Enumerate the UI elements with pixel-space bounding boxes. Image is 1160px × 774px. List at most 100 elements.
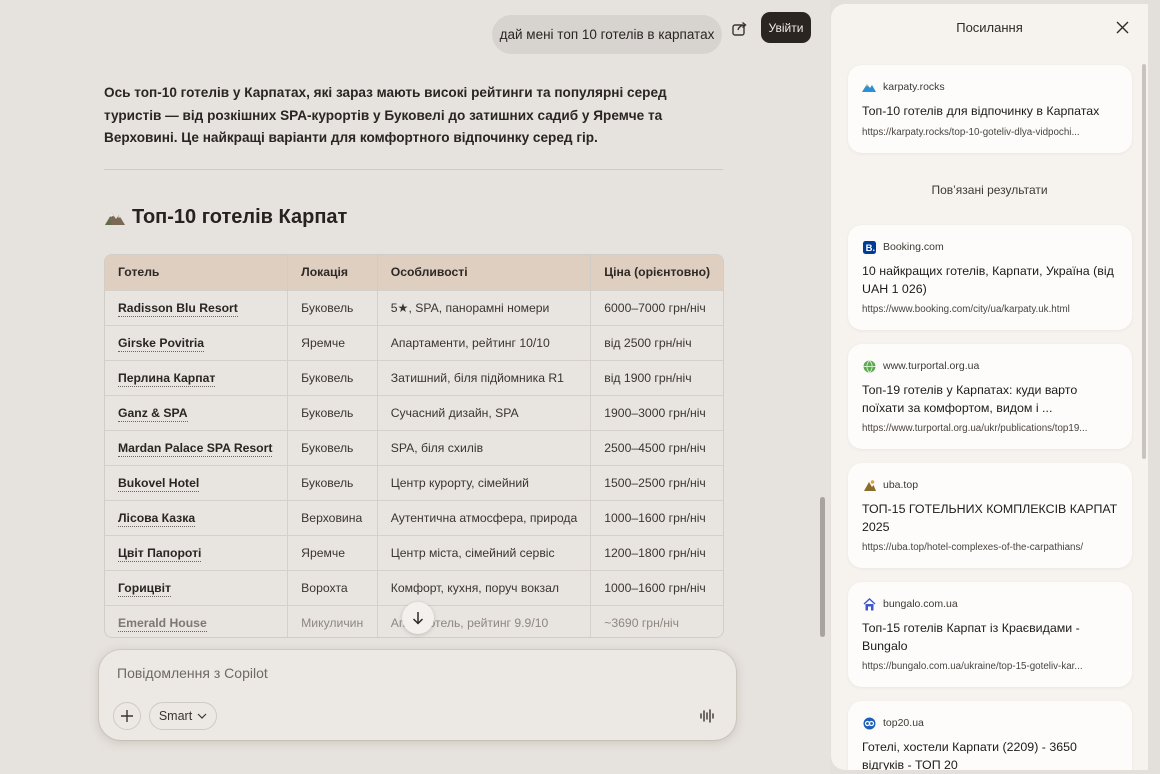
cell-location: Буковель [287, 464, 378, 500]
mountain-icon [104, 208, 126, 226]
related-title: 10 найкращих готелів, Карпати, Україна (… [862, 264, 1114, 296]
karpaty-rocks-icon [862, 80, 876, 94]
source-title: Топ-10 готелів для відпочинку в Карпатах [862, 104, 1100, 118]
related-title: Топ-15 готелів Карпат із Краєвидами - Bu… [862, 621, 1080, 653]
panel-title: Посилання [956, 20, 1023, 35]
svg-text:B.: B. [865, 243, 875, 254]
source-site: karpaty.rocks [883, 81, 945, 93]
cell-price: 1500–2500 грн/ніч [590, 464, 723, 500]
table-row: Radisson Blu Resort Буковель 5★, SPA, па… [105, 289, 723, 325]
message-input[interactable]: Повідомлення з Copilot [117, 665, 268, 681]
cell-price: 1000–1600 грн/ніч [590, 569, 723, 605]
related-site: Booking.com [883, 241, 944, 253]
cell-location: Яремче [287, 324, 378, 360]
hotel-link[interactable]: Перлина Карпат [105, 359, 289, 395]
table-row: Mardan Palace SPA Resort Буковель SPA, б… [105, 429, 723, 465]
related-title: Топ-19 готелів у Карпатах: куди варто по… [862, 383, 1078, 415]
chevron-down-icon [197, 713, 207, 719]
cell-price: 1900–3000 грн/ніч [590, 394, 723, 430]
hotel-link[interactable]: Цвіт Папороті [105, 534, 289, 570]
source-url: https://karpaty.rocks/top-10-goteliv-dly… [862, 126, 1080, 138]
hotel-link[interactable]: Лісова Казка [105, 499, 289, 535]
table-row: Ganz & SPA Буковель Сучасний дизайн, SPA… [105, 394, 723, 430]
cell-features: Центр курорту, сімейний [377, 464, 592, 500]
cell-price: від 2500 грн/ніч [590, 324, 723, 360]
cell-price: від 1900 грн/ніч [590, 359, 723, 395]
login-button[interactable]: Увійти [761, 12, 811, 43]
section-heading: Топ-10 готелів Карпат [104, 202, 347, 232]
cell-location: Буковель [287, 359, 378, 395]
cell-features: Затишний, біля підйомника R1 [377, 359, 592, 395]
cell-price: 2500–4500 грн/ніч [590, 429, 723, 465]
sources-panel: Посилання karpaty.rocks Топ-10 готелів д… [831, 4, 1148, 770]
table-row: Bukovel Hotel Буковель Центр курорту, сі… [105, 464, 723, 500]
cell-features: Аутентична атмосфера, природа [377, 499, 592, 535]
cell-location: Верховина [287, 499, 378, 535]
cell-features: Сучасний дизайн, SPA [377, 394, 592, 430]
table-row: Перлина Карпат Буковель Затишний, біля п… [105, 359, 723, 395]
cell-features: 5★, SPA, панорамні номери [377, 289, 592, 325]
table-row: Цвіт Папороті Яремче Центр міста, сімейн… [105, 534, 723, 570]
hotel-link[interactable]: Mardan Palace SPA Resort [105, 429, 289, 465]
share-icon[interactable] [727, 17, 751, 39]
hotel-link[interactable]: Radisson Blu Resort [105, 289, 289, 325]
table-row: Girske Povitria Яремче Апартаменти, рейт… [105, 324, 723, 360]
cell-location: Буковель [287, 429, 378, 465]
related-url: https://www.booking.com/city/ua/karpaty.… [862, 304, 1070, 315]
related-card[interactable]: www.turportal.org.ua Топ-19 готелів у Ка… [848, 344, 1132, 449]
col-header-location: Локація [287, 255, 378, 290]
cell-features: Апартаменти, рейтинг 10/10 [377, 324, 592, 360]
hotel-link[interactable]: Горицвіт [105, 569, 289, 605]
booking-icon: B. [862, 240, 876, 254]
user-message-bubble: дай мені топ 10 готелів в карпатах [492, 15, 722, 54]
hotel-link[interactable]: Emerald House [105, 604, 289, 637]
related-site: uba.top [883, 479, 919, 491]
bungalo-icon [862, 597, 876, 611]
table-header-row: Готель Локація Особливості Ціна (орієнто… [105, 255, 723, 290]
related-url: https://bungalo.com.ua/ukraine/top-15-go… [862, 661, 1083, 672]
related-site: www.turportal.org.ua [883, 360, 980, 372]
related-card[interactable]: top20.ua Готелі, хостели Карпати (2209) … [848, 701, 1132, 770]
cell-location: Буковель [287, 394, 378, 430]
assistant-intro-text: Ось топ-10 готелів у Карпатах, які зараз… [104, 85, 667, 145]
cell-features: Центр міста, сімейний сервіс [377, 534, 592, 570]
related-results-label: Пов’язані результати [931, 183, 1048, 197]
cell-price: 6000–7000 грн/ніч [590, 289, 723, 325]
close-icon[interactable] [1113, 18, 1131, 36]
chat-area: дай мені топ 10 готелів в карпатах Увійт… [0, 0, 830, 774]
section-title-text: Топ-10 готелів Карпат [132, 205, 348, 228]
mode-label: Smart [158, 709, 193, 723]
related-site: top20.ua [883, 717, 924, 729]
globe-icon [862, 359, 876, 373]
hotel-link[interactable]: Bukovel Hotel [105, 464, 289, 500]
hotels-table: Готель Локація Особливості Ціна (орієнто… [104, 254, 724, 638]
uba-icon [862, 478, 876, 492]
plus-icon [120, 709, 134, 723]
voice-icon[interactable] [697, 706, 717, 726]
mode-selector-button[interactable]: Smart [149, 702, 217, 730]
add-attachment-button[interactable] [113, 702, 141, 730]
source-card[interactable]: karpaty.rocks Топ-10 готелів для відпочи… [848, 65, 1132, 153]
arrow-down-icon [411, 611, 425, 625]
cell-location: Буковель [287, 289, 378, 325]
related-url: https://uba.top/hotel-complexes-of-the-c… [862, 542, 1084, 553]
related-title: ТОП-15 ГОТЕЛЬНИХ КОМПЛЕКСІВ КАРПАТ 2025 [862, 502, 1118, 534]
user-message-text: дай мені топ 10 готелів в карпатах [499, 27, 715, 42]
cell-features: Комфорт, кухня, поруч вокзал [377, 569, 592, 605]
related-card[interactable]: bungalo.com.ua Топ-15 готелів Карпат із … [848, 582, 1132, 687]
top20-icon [862, 716, 876, 730]
hotel-link[interactable]: Ganz & SPA [105, 394, 289, 430]
cell-price: ~3690 грн/ніч [590, 604, 723, 637]
related-title: Готелі, хостели Карпати (2209) - 3650 ві… [862, 740, 1077, 770]
cell-price: 1000–1600 грн/ніч [590, 499, 723, 535]
related-site: bungalo.com.ua [883, 598, 958, 610]
chat-scrollbar[interactable] [820, 497, 825, 637]
cell-features: SPA, біля схилів [377, 429, 592, 465]
hotel-link[interactable]: Girske Povitria [105, 324, 289, 360]
divider [104, 169, 723, 170]
related-card[interactable]: B. Booking.com 10 найкращих готелів, Кар… [848, 225, 1132, 330]
scroll-down-button[interactable] [402, 602, 434, 634]
panel-scrollbar[interactable] [1142, 64, 1146, 459]
table-row: Горицвіт Ворохта Комфорт, кухня, поруч в… [105, 569, 723, 605]
related-card[interactable]: uba.top ТОП-15 ГОТЕЛЬНИХ КОМПЛЕКСІВ КАРП… [848, 463, 1132, 568]
